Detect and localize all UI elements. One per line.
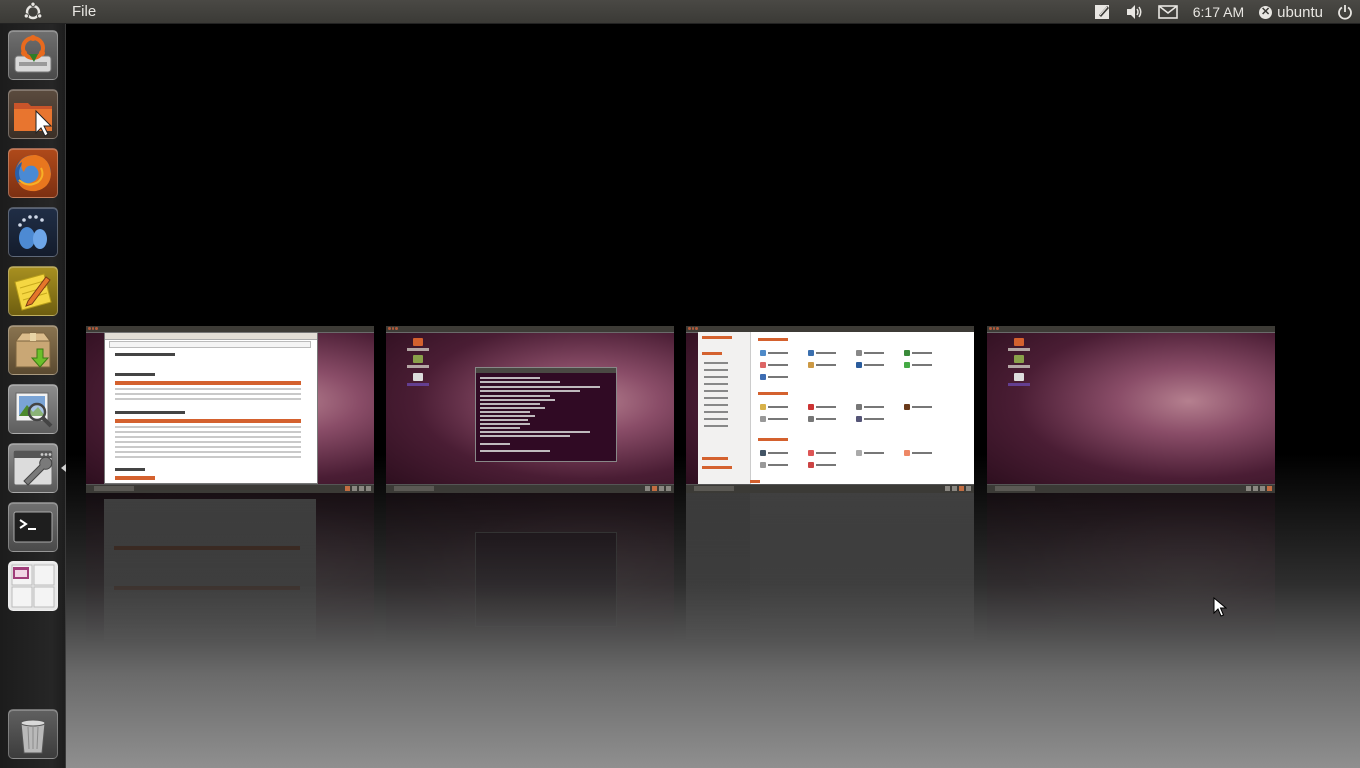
desktop-installer-icon[interactable] — [413, 355, 423, 363]
browser-window — [104, 332, 318, 484]
app-menu-file[interactable]: File — [72, 0, 96, 24]
bottom-panel — [386, 484, 674, 493]
desktop-folder-icon[interactable] — [1014, 338, 1024, 346]
home-folder-icon[interactable] — [8, 89, 58, 139]
control-center-window — [698, 332, 974, 485]
workspace-1-reflection — [86, 493, 374, 643]
desktop-installer-label — [1008, 365, 1030, 368]
terminal-icon[interactable] — [8, 502, 58, 552]
workspace-2-reflection — [386, 493, 674, 643]
volume-icon[interactable] — [1119, 0, 1151, 24]
workspace-4-thumbnail[interactable] — [987, 326, 1275, 493]
workspace-spread — [66, 24, 1360, 768]
desktop-drive-label — [1008, 383, 1030, 386]
notes-icon[interactable] — [1087, 0, 1119, 24]
workspace-4-reflection — [987, 493, 1275, 643]
desktop-drive-label — [407, 383, 429, 386]
workspace-3-thumbnail[interactable] — [686, 326, 974, 493]
workspace-3-reflection — [686, 493, 974, 643]
ubuntu-logo-icon[interactable] — [0, 0, 66, 24]
workspace-2-thumbnail[interactable] — [386, 326, 674, 493]
launcher — [0, 24, 66, 768]
workspace-1-thumbnail[interactable] — [86, 326, 374, 493]
bottom-panel — [86, 484, 374, 493]
bottom-panel — [686, 484, 974, 493]
terminal-window — [475, 367, 617, 462]
top-panel: File 6:17 AM ✕ ubuntu — [0, 0, 1360, 24]
bottom-panel — [987, 484, 1275, 493]
user-menu[interactable]: ✕ ubuntu — [1252, 0, 1330, 24]
window-titlebar — [386, 326, 674, 333]
desktop-installer-icon[interactable] — [1014, 355, 1024, 363]
mouse-pointer-icon — [1213, 596, 1228, 622]
desktop-drive-icon[interactable] — [1014, 373, 1024, 381]
trash-icon[interactable] — [8, 709, 58, 759]
desktop-folder-label — [407, 348, 429, 351]
desktop-drive-icon[interactable] — [413, 373, 423, 381]
indicator-area: 6:17 AM ✕ ubuntu — [1087, 0, 1360, 24]
firefox-icon[interactable] — [8, 148, 58, 198]
user-name: ubuntu — [1277, 3, 1323, 21]
mail-icon[interactable] — [1151, 0, 1185, 24]
desktop-installer-label — [407, 365, 429, 368]
offline-status-icon: ✕ — [1259, 5, 1273, 19]
desktop-folder-icon[interactable] — [413, 338, 423, 346]
workspace-switcher-icon[interactable] — [8, 561, 58, 611]
text-editor-icon[interactable] — [8, 266, 58, 316]
window-titlebar — [987, 326, 1275, 333]
installer-icon[interactable] — [8, 30, 58, 80]
empathy-icon[interactable] — [8, 207, 58, 257]
power-icon[interactable] — [1330, 0, 1360, 24]
image-viewer-icon[interactable] — [8, 384, 58, 434]
clock[interactable]: 6:17 AM — [1185, 0, 1252, 24]
archive-icon[interactable] — [8, 325, 58, 375]
system-settings-icon[interactable] — [8, 443, 58, 493]
desktop-folder-label — [1008, 348, 1030, 351]
